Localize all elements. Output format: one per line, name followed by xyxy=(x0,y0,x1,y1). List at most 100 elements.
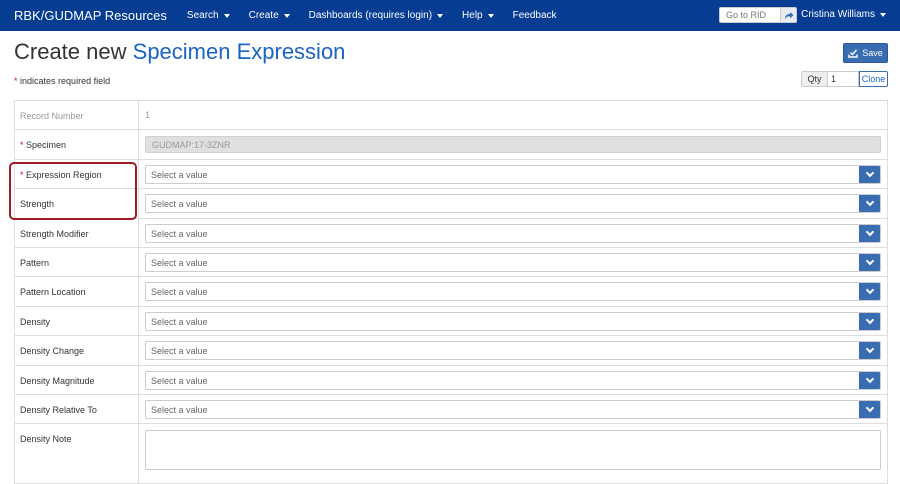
save-button[interactable]: Save xyxy=(843,43,888,63)
menu-label: Feedback xyxy=(512,10,557,21)
density-magnitude-select[interactable]: Select a value xyxy=(145,370,881,390)
top-navbar: RBK/GUDMAP Resources Search Create Dashb… xyxy=(0,0,900,31)
field-label: Record Number xyxy=(15,101,139,130)
field-label: Pattern Location xyxy=(15,277,139,306)
clone-button[interactable]: Clone xyxy=(859,71,888,87)
required-mark: * xyxy=(14,76,18,86)
select-placeholder: Select a value xyxy=(151,404,208,415)
title-entity: Specimen Expression xyxy=(132,39,346,64)
go-to-rid-button[interactable] xyxy=(781,7,797,23)
field-value: Select a value xyxy=(139,307,887,335)
form-row-specimen: * Specimen GUDMAP:17-3ZNR xyxy=(15,130,887,160)
chevron-down-icon xyxy=(865,344,874,354)
form-row-strength-modifier: Strength Modifier Select a value xyxy=(15,218,887,248)
select-placeholder: Select a value xyxy=(151,375,208,386)
select-toggle-button[interactable] xyxy=(859,312,880,330)
chevron-down-icon xyxy=(865,315,874,324)
menu-feedback[interactable]: Feedback xyxy=(513,10,557,21)
pattern-location-select[interactable]: Select a value xyxy=(145,282,881,302)
density-select[interactable]: Select a value xyxy=(145,311,881,331)
field-value: Select a value xyxy=(139,189,887,217)
density-change-select[interactable]: Select a value xyxy=(145,341,881,361)
menu-label: Create xyxy=(248,10,279,21)
select-placeholder: Select a value xyxy=(151,287,208,298)
user-name: Cristina Williams xyxy=(801,9,875,20)
field-label-text: Pattern xyxy=(20,257,50,268)
required-note-text: indicates required field xyxy=(20,76,111,86)
highlight-annotation xyxy=(9,162,137,220)
go-to-rid-input[interactable] xyxy=(719,7,781,23)
field-label-text: Density Change xyxy=(20,346,85,357)
select-toggle-button[interactable] xyxy=(859,224,880,242)
chevron-down-icon xyxy=(865,256,874,266)
field-label-text: Pattern Location xyxy=(20,287,86,298)
specimen-field: GUDMAP:17-3ZNR xyxy=(145,136,881,154)
select-placeholder: Select a value xyxy=(151,346,208,357)
field-value: Select a value xyxy=(139,366,887,394)
user-menu[interactable]: Cristina Williams xyxy=(801,9,886,20)
caret-down-icon xyxy=(437,13,444,18)
menu-help[interactable]: Help xyxy=(462,10,494,21)
density-note-textarea[interactable] xyxy=(145,430,881,471)
field-value: GUDMAP:17-3ZNR xyxy=(139,130,887,158)
form-row-density-relative-to: Density Relative To Select a value xyxy=(15,394,887,425)
chevron-down-icon xyxy=(865,286,874,295)
field-label-text: Density Note xyxy=(20,434,72,445)
menu-search[interactable]: Search xyxy=(187,10,230,21)
field-label-text: Density xyxy=(20,316,51,327)
required-field-note: * indicates required field xyxy=(14,76,110,86)
field-label-text: Record Number xyxy=(20,111,84,121)
select-toggle-button[interactable] xyxy=(859,253,880,271)
field-value: 1 xyxy=(139,101,887,129)
select-placeholder: Select a value xyxy=(151,257,208,268)
quantity-group: Qty 1 Clone xyxy=(801,71,888,87)
caret-down-icon xyxy=(487,13,494,18)
menu-label: Search xyxy=(186,10,219,21)
field-label: Density Relative To xyxy=(15,394,139,424)
field-label-text: Specimen xyxy=(26,140,67,151)
form-row-density-change: Density Change Select a value xyxy=(15,336,887,366)
save-label: Save xyxy=(862,48,883,58)
menu-label: Help xyxy=(462,10,483,21)
field-label-text: Strength Modifier xyxy=(20,228,89,239)
entry-form: Record Number 1 * Specimen GUDMAP:17-3ZN… xyxy=(14,100,888,484)
chevron-down-icon xyxy=(865,197,874,207)
form-row-expression-region: * Expression Region Select a value xyxy=(15,159,887,190)
select-toggle-button[interactable] xyxy=(859,371,880,389)
form-row-density-note: Density Note xyxy=(15,424,887,484)
field-value: Select a value xyxy=(139,395,887,423)
record-number-value: 1 xyxy=(145,110,151,120)
chevron-down-icon xyxy=(865,403,874,413)
field-label: * Specimen xyxy=(15,130,139,159)
form-row-pattern: Pattern Select a value xyxy=(15,247,887,278)
field-label-text: Density Relative To xyxy=(20,404,97,415)
field-label: Density Magnitude xyxy=(15,365,139,394)
strength-select[interactable]: Select a value xyxy=(145,194,881,214)
field-label: Density xyxy=(15,306,139,336)
select-placeholder: Select a value xyxy=(151,316,208,327)
title-prefix: Create new xyxy=(14,39,127,64)
density-relative-to-select[interactable]: Select a value xyxy=(145,399,881,419)
brand-link[interactable]: RBK/GUDMAP Resources xyxy=(14,8,167,23)
expression-region-select[interactable]: Select a value xyxy=(145,164,881,184)
chevron-down-icon xyxy=(865,227,874,236)
select-placeholder: Select a value xyxy=(151,199,208,210)
select-toggle-button[interactable] xyxy=(859,400,880,418)
pattern-select[interactable]: Select a value xyxy=(145,252,881,272)
field-label-text: Density Magnitude xyxy=(20,375,95,386)
select-toggle-button[interactable] xyxy=(859,195,880,213)
chevron-down-icon xyxy=(865,374,874,383)
menu-dashboards[interactable]: Dashboards (requires login) xyxy=(309,10,444,21)
form-row-strength: Strength Select a value xyxy=(15,189,887,219)
select-toggle-button[interactable] xyxy=(859,342,880,360)
field-value: Select a value xyxy=(139,336,887,364)
select-toggle-button[interactable] xyxy=(859,283,880,301)
field-value: Select a value xyxy=(139,248,887,276)
chevron-down-icon xyxy=(865,168,874,178)
field-label: Density Change xyxy=(15,336,139,365)
strength-modifier-select[interactable]: Select a value xyxy=(145,223,881,243)
field-value: Select a value xyxy=(139,160,887,188)
menu-create[interactable]: Create xyxy=(249,10,290,21)
qty-input[interactable]: 1 xyxy=(828,71,859,87)
select-toggle-button[interactable] xyxy=(859,165,880,183)
